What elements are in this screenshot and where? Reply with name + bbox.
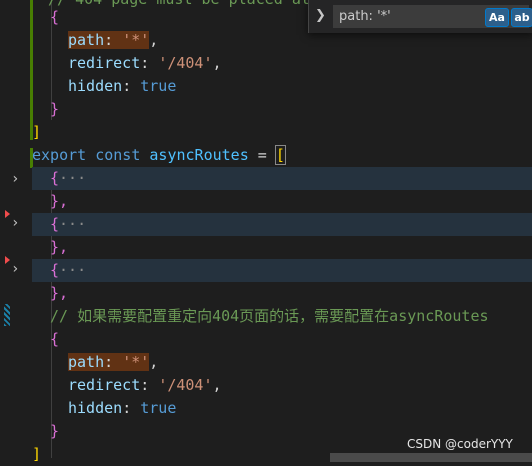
folded-code-line[interactable]: {···: [32, 167, 532, 190]
code-line[interactable]: hidden: true: [32, 397, 532, 420]
code-property: redirect: [68, 54, 141, 72]
code-brace: },: [50, 192, 69, 210]
folded-code-line[interactable]: {···: [32, 213, 532, 236]
code-line[interactable]: },: [32, 282, 532, 305]
code-bracket: ]: [32, 123, 42, 141]
code-string: '*': [122, 353, 150, 371]
code-line[interactable]: },: [32, 190, 532, 213]
code-bracket: ]: [32, 445, 42, 463]
code-property: path: [68, 31, 105, 49]
chevron-right-icon[interactable]: ›: [11, 212, 19, 235]
code-line[interactable]: redirect: '/404',: [32, 52, 532, 75]
code-brace: {: [50, 261, 60, 279]
code-line[interactable]: ]: [32, 121, 532, 144]
code-variable: asyncRoutes: [149, 146, 249, 164]
code-bracket: [: [274, 145, 286, 165]
chevron-right-icon[interactable]: ›: [11, 258, 19, 281]
breakpoint-marker-icon[interactable]: [5, 256, 10, 264]
gutter-modified-indicator: [4, 304, 10, 326]
code-line[interactable]: path: '*',: [32, 351, 532, 374]
code-brace: {: [50, 169, 60, 187]
folded-code-line[interactable]: {···: [32, 259, 532, 282]
code-brace: },: [50, 238, 69, 256]
code-string: '/404': [158, 54, 213, 72]
code-brace: },: [50, 284, 69, 302]
match-case-toggle[interactable]: Aa: [485, 8, 509, 27]
code-line[interactable]: redirect: '/404',: [32, 374, 532, 397]
code-string: '/404': [158, 376, 213, 394]
code-brace: {: [50, 215, 60, 233]
code-property: path: [68, 353, 105, 371]
code-line[interactable]: hidden: true: [32, 75, 532, 98]
code-boolean: true: [140, 77, 177, 95]
code-operator: =: [257, 146, 267, 164]
chevron-right-icon[interactable]: ❯: [315, 8, 326, 23]
code-boolean: true: [140, 399, 177, 417]
code-line[interactable]: {: [32, 328, 532, 351]
editor-gutter: › › ›: [0, 0, 33, 462]
code-property: hidden: [68, 77, 123, 95]
code-line[interactable]: export const asyncRoutes = [: [32, 144, 532, 167]
code-property: hidden: [68, 399, 123, 417]
breakpoint-marker-icon[interactable]: [5, 210, 10, 218]
code-brace: {: [50, 8, 60, 26]
fold-ellipsis[interactable]: ···: [59, 261, 86, 279]
find-widget: ❯ path: '*' Aa ab: [308, 0, 532, 33]
code-line[interactable]: }: [32, 98, 532, 121]
code-comment: // 如果需要配置重定向404页面的话，需要配置在asyncRoutes: [50, 307, 489, 325]
code-property: redirect: [68, 376, 141, 394]
code-keyword: const: [95, 146, 141, 164]
match-whole-word-toggle[interactable]: ab: [511, 8, 532, 27]
code-line[interactable]: // 如果需要配置重定向404页面的话，需要配置在asyncRoutes: [32, 305, 532, 328]
fold-ellipsis[interactable]: ···: [59, 169, 86, 187]
code-brace: {: [50, 330, 60, 348]
code-brace: }: [50, 422, 60, 440]
code-line[interactable]: },: [32, 236, 532, 259]
chevron-right-icon[interactable]: ›: [11, 168, 19, 191]
horizontal-scrollbar[interactable]: [330, 453, 532, 462]
code-string: '*': [122, 31, 150, 49]
code-brace: }: [50, 100, 60, 118]
watermark: CSDN @coderYYY: [407, 437, 513, 451]
code-keyword: export: [32, 146, 87, 164]
fold-ellipsis[interactable]: ···: [59, 215, 86, 233]
